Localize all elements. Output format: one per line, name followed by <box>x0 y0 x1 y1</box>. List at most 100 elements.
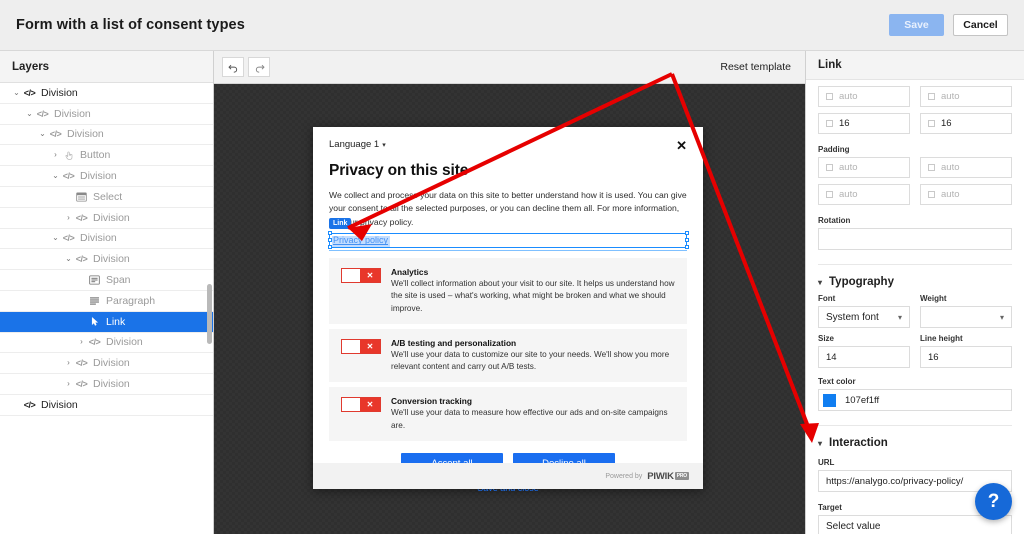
margin-row-top: auto auto <box>818 86 1012 107</box>
typography-section-header[interactable]: ▾ Typography <box>818 264 1012 288</box>
url-value: https://analygo.co/privacy-policy/ <box>826 475 964 487</box>
layer-caret-1[interactable]: ⌄ <box>23 109 36 118</box>
consent-item: ✕ A/B testing and personalization We'll us… <box>329 328 687 383</box>
layer-caret-6[interactable]: › <box>62 213 75 222</box>
line-height-input[interactable]: 16 <box>920 346 1012 368</box>
target-value: Select value <box>826 520 881 532</box>
app-root: Form with a list of consent types Save C… <box>0 0 1024 534</box>
layer-row-division-15[interactable]: </> Division <box>0 395 213 416</box>
layers-scrollbar[interactable] <box>207 84 212 534</box>
consent-description: We collect and process your data on this… <box>329 190 687 227</box>
cancel-button[interactable]: Cancel <box>953 14 1008 36</box>
code-icon: </> <box>36 108 49 119</box>
text-color-input[interactable]: 107ef1ff <box>818 389 1012 411</box>
layer-row-paragraph-10[interactable]: Paragraph <box>0 291 213 312</box>
layer-row-division-7[interactable]: ⌄ </> Division <box>0 229 213 250</box>
help-button[interactable]: ? <box>975 483 1012 520</box>
resize-handle-middle-left[interactable] <box>327 237 332 242</box>
text-color-label: Text color <box>818 377 856 386</box>
layer-label: Division <box>54 107 91 120</box>
layer-row-division-2[interactable]: ⌄ </> Division <box>0 125 213 146</box>
margin-input-1[interactable]: auto <box>818 86 910 107</box>
color-swatch-icon[interactable] <box>823 393 836 407</box>
interaction-section-header[interactable]: ▾ Interaction <box>818 425 1012 449</box>
layer-caret-3[interactable]: › <box>49 151 62 159</box>
layer-row-division-14[interactable]: › </> Division <box>0 374 213 395</box>
size-input[interactable]: 14 <box>818 346 910 368</box>
language-selector[interactable]: Language 1 ▾ <box>329 139 386 150</box>
layers-tree[interactable]: ⌄ </> Division ⌄ </> Division ⌄ </> Division › But… <box>0 83 213 416</box>
rotation-input[interactable] <box>818 228 1012 250</box>
properties-panel-body: auto auto 16 16 Padding auto auto auto a… <box>806 86 1024 534</box>
undo-button[interactable] <box>222 57 244 77</box>
code-icon: </> <box>88 337 101 348</box>
padding-input-2[interactable]: auto <box>920 157 1012 178</box>
layer-row-division-4[interactable]: ⌄ </> Division <box>0 166 213 187</box>
layer-row-division-1[interactable]: ⌄ </> Division <box>0 104 213 125</box>
font-value: System font <box>826 311 879 323</box>
resize-handle-middle-right[interactable] <box>684 237 689 242</box>
padding-input-1[interactable]: auto <box>818 157 910 178</box>
text-color-value: 107ef1ff <box>845 394 880 406</box>
layer-label: Division <box>106 336 143 349</box>
consent-toggle[interactable]: ✕ <box>341 397 381 413</box>
code-icon: </> <box>75 254 88 265</box>
resize-handle-bottom-right[interactable] <box>684 245 689 250</box>
selected-link-element[interactable]: Privacy policy <box>327 231 689 251</box>
reset-template-button[interactable]: Reset template <box>720 61 791 73</box>
layer-caret-13[interactable]: › <box>62 359 75 367</box>
toggle-knob <box>342 398 360 412</box>
resize-handle-top-right[interactable] <box>684 231 689 236</box>
layer-caret-2[interactable]: ⌄ <box>36 130 49 138</box>
layer-row-select-5[interactable]: Select <box>0 187 213 208</box>
size-field: Size 14 <box>818 334 910 368</box>
consent-item-title: Conversion tracking <box>391 396 472 407</box>
font-select[interactable]: System font ▾ <box>818 306 910 328</box>
padding-input-3[interactable]: auto <box>818 184 910 205</box>
layer-caret-0[interactable]: ⌄ <box>10 88 23 97</box>
weight-select[interactable]: ▾ <box>920 306 1012 328</box>
margin-input-4[interactable]: 16 <box>920 113 1012 134</box>
layer-row-division-0[interactable]: ⌄ </> Division <box>0 83 213 104</box>
layer-row-division-8[interactable]: ⌄ </> Division <box>0 249 213 271</box>
resize-handle-bottom-left[interactable] <box>327 245 332 250</box>
padding-input-4[interactable]: auto <box>920 184 1012 205</box>
layer-row-division-12[interactable]: › </> Division <box>0 333 213 354</box>
consent-item-description: We'll collect information about your vis… <box>391 278 675 313</box>
consent-toggle[interactable]: ✕ <box>341 338 381 354</box>
consent-item-description: We'll use your data to customize our sit… <box>391 349 670 372</box>
margin-field-3: 16 <box>818 113 910 134</box>
code-icon: </> <box>62 171 75 182</box>
code-icon: </> <box>23 87 36 98</box>
margin-value-3: 16 <box>839 118 850 129</box>
margin-input-3[interactable]: 16 <box>818 113 910 134</box>
consent-toggle[interactable]: ✕ <box>341 267 381 283</box>
layers-scrollbar-thumb[interactable] <box>207 284 212 344</box>
save-button[interactable]: Save <box>889 14 944 36</box>
layer-label: Button <box>80 149 111 162</box>
layer-caret-12[interactable]: › <box>75 338 88 346</box>
margin-input-2[interactable]: auto <box>920 86 1012 107</box>
margin-field-4: 16 <box>920 113 1012 134</box>
line-height-label: Line height <box>920 334 963 343</box>
design-canvas[interactable]: Language 1 ▾ ✕ Privacy on this site We c… <box>214 84 805 534</box>
layer-row-button-3[interactable]: › Button <box>0 145 213 167</box>
chevron-down-icon: ▾ <box>897 312 902 322</box>
padding-label: Padding <box>818 145 850 154</box>
layer-row-division-6[interactable]: › </> Division <box>0 208 213 229</box>
target-select[interactable]: Select value <box>818 515 1012 534</box>
layer-row-link-11[interactable]: Link <box>0 311 213 333</box>
layer-caret-8[interactable]: ⌄ <box>62 255 75 263</box>
redo-button[interactable] <box>248 57 270 77</box>
layer-row-division-13[interactable]: › </> Division <box>0 353 213 375</box>
layer-caret-14[interactable]: › <box>62 380 75 388</box>
layer-caret-4[interactable]: ⌄ <box>49 172 62 180</box>
layer-row-span-9[interactable]: Span <box>0 270 213 291</box>
resize-handle-top-left[interactable] <box>327 231 332 236</box>
layer-caret-7[interactable]: ⌄ <box>49 234 62 242</box>
toggle-knob <box>342 339 360 353</box>
language-selector-label: Language 1 <box>329 139 380 150</box>
layer-label: Division <box>93 357 130 370</box>
chevron-down-icon: ▾ <box>818 438 823 448</box>
close-icon[interactable]: ✕ <box>676 139 687 152</box>
